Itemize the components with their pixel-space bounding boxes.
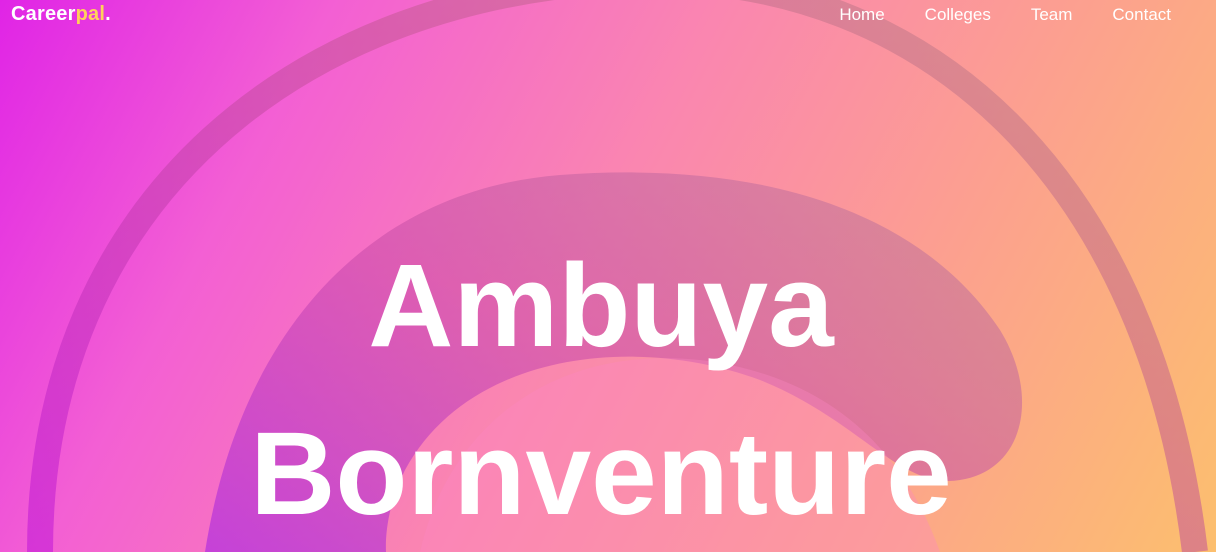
hero-section: Careerpal. Home Colleges Team Contact Am… — [0, 0, 1216, 552]
brand-logo[interactable]: Careerpal. — [11, 3, 111, 26]
hero-title-line-1: Ambuya — [368, 240, 834, 372]
nav-link-home[interactable]: Home — [839, 5, 884, 25]
brand-name-dot: . — [105, 3, 111, 25]
brand-name-accent: pal — [75, 3, 106, 25]
nav-link-colleges[interactable]: Colleges — [925, 5, 991, 25]
top-navbar: Careerpal. Home Colleges Team Contact — [0, 0, 1216, 32]
brand-name-main: Career — [11, 3, 76, 25]
hero-title: Ambuya Bornventure — [0, 222, 1202, 552]
hero-title-line-2: Bornventure — [250, 408, 952, 540]
nav-link-team[interactable]: Team — [1031, 5, 1073, 25]
nav-link-contact[interactable]: Contact — [1112, 5, 1171, 25]
nav-links: Home Colleges Team Contact — [839, 5, 1171, 25]
